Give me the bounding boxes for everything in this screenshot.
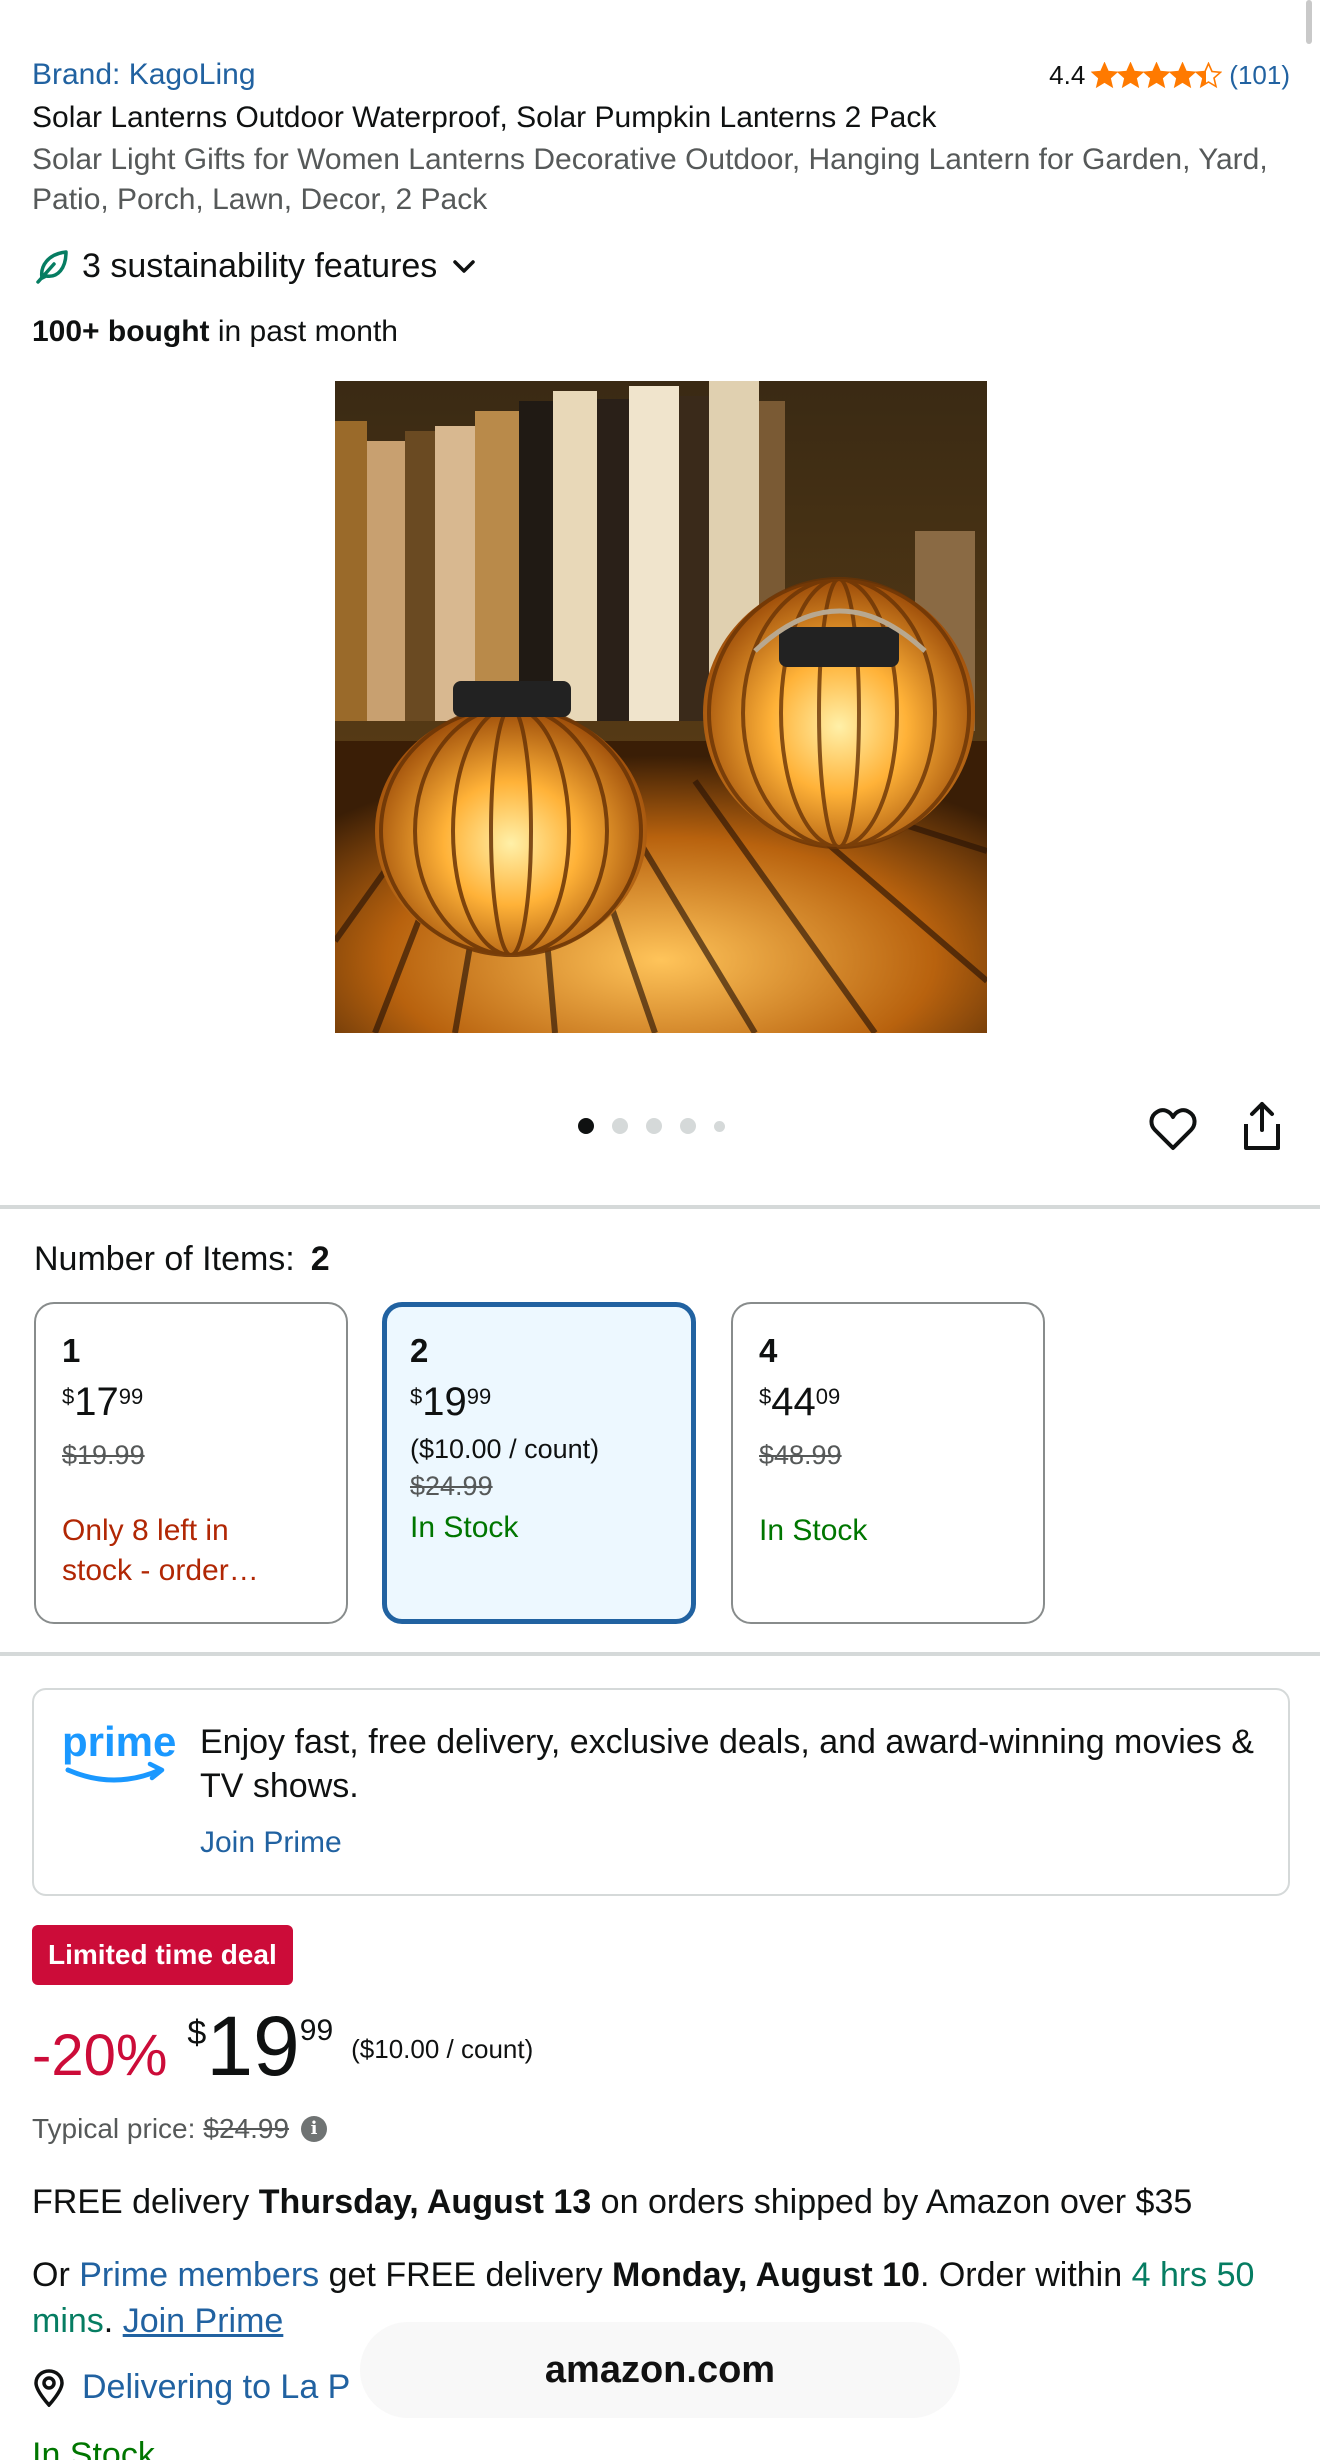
delivery-text: FREE delivery (32, 2183, 259, 2221)
variation-was-price: $48.99 (759, 1440, 842, 1470)
delivery-date: Thursday, August 13 (258, 2183, 592, 2221)
variation-was-price: $19.99 (62, 1440, 145, 1470)
bought-count: 100+ bought in past month (32, 315, 398, 349)
variation-stock-status: In Stock (410, 1511, 519, 1544)
bought-count-bold: 100+ bought (32, 315, 210, 348)
product-title: Solar Lanterns Outdoor Waterproof, Solar… (32, 101, 937, 134)
join-prime-inline-link[interactable]: Join Prime (123, 2302, 284, 2340)
variation-unit-price: ($10.00 / count) (410, 1434, 600, 1464)
carousel-dot[interactable] (612, 1118, 628, 1134)
number-of-items-selected: 2 (310, 1240, 330, 1278)
star-icon (1143, 61, 1171, 88)
prime-logo-text: prime (62, 1720, 176, 1765)
solar-pumpkin-lanterns-photo (335, 381, 987, 1033)
variation-qty: 1 (62, 1332, 81, 1369)
carousel-dot[interactable] (646, 1118, 662, 1134)
number-of-items-label: Number of Items: 2 (34, 1240, 330, 1279)
availability-status: In Stock (32, 2436, 155, 2460)
star-rating-icon (1091, 61, 1223, 89)
price-fraction: 09 (815, 1384, 841, 1409)
rating-score: 4.4 (1049, 59, 1086, 90)
prime-pitch-text: Enjoy fast, free delivery, exclusive dea… (200, 1723, 1254, 1805)
location-pin-icon (34, 2368, 64, 2407)
limited-time-deal-badge: Limited time deal (32, 1925, 293, 1985)
variation-option-2[interactable]: 2 $ 19 99 ($10.00 / count) $24.99 In Sto… (382, 1302, 696, 1624)
prime-members-link[interactable]: Prime members (79, 2256, 319, 2294)
discount-percent: -20% (32, 2023, 168, 2088)
star-icon (1169, 61, 1197, 88)
typical-price-label: Typical price: (32, 2113, 196, 2144)
delivery-text: Or (32, 2256, 80, 2294)
price-fraction: 99 (299, 2014, 334, 2047)
join-prime-link[interactable]: Join Prime (200, 1826, 342, 1860)
browser-url-bar[interactable]: amazon.com (360, 2322, 960, 2418)
variation-qty: 4 (759, 1332, 778, 1369)
delivery-location-link[interactable]: Delivering to La P (32, 2368, 350, 2407)
price-fraction: 99 (118, 1384, 144, 1409)
deal-price-row: -20% $ 19 99 ($10.00 / count) (32, 2004, 533, 2089)
variation-price: $ 44 09 (759, 1380, 1043, 1424)
variation-qty: 2 (410, 1332, 429, 1369)
product-subtitle: Solar Light Gifts for Women Lanterns Dec… (32, 143, 1268, 216)
rating-summary[interactable]: 4.4 (101) (1049, 60, 1290, 91)
review-count-link[interactable]: (101) (1229, 60, 1290, 91)
page-scrollbar[interactable] (1306, 0, 1312, 44)
info-icon[interactable]: i (301, 2116, 328, 2142)
chevron-down-icon (453, 260, 476, 273)
unit-price: ($10.00 / count) (351, 2034, 534, 2064)
bought-count-rest: in past month (209, 315, 398, 348)
free-delivery-message: FREE delivery Thursday, August 13 on ord… (32, 2180, 1302, 2224)
typical-price-value: $24.99 (203, 2113, 290, 2144)
delivery-text: on orders shipped by Amazon over $35 (591, 2183, 1193, 2221)
star-icon (1091, 61, 1119, 88)
heart-icon[interactable] (1148, 1104, 1198, 1154)
delivery-location-text: Delivering to La P (82, 2368, 351, 2406)
variation-stock-status: Only 8 left in stock - order… (62, 1514, 259, 1587)
brand-link[interactable]: Brand: KagoLing (32, 58, 256, 92)
section-divider (0, 1652, 1320, 1656)
price-symbol: $ (62, 1384, 75, 1409)
section-divider (0, 1205, 1320, 1209)
variation-stock-status: In Stock (759, 1514, 868, 1547)
delivery-text: . Order within (919, 2256, 1132, 2294)
image-carousel-dots[interactable] (578, 1118, 743, 1134)
price-symbol: $ (759, 1384, 772, 1409)
delivery-text: get FREE delivery (319, 2256, 613, 2294)
price-whole: 19 (206, 1999, 300, 2093)
variation-option-1[interactable]: 1 $ 17 99 $19.99 Only 8 left in stock - … (34, 1302, 348, 1624)
prime-logo-icon: prime (62, 1720, 176, 1783)
product-header: Brand: KagoLing 4.4 (101) (32, 58, 1290, 92)
price-whole: 19 (422, 1380, 467, 1424)
variation-option-4[interactable]: 4 $ 44 09 $48.99 In Stock (731, 1302, 1045, 1624)
price-symbol: $ (187, 2014, 207, 2052)
delivery-text: . (103, 2302, 123, 2340)
sustainability-features-toggle[interactable]: 3 sustainability features (32, 246, 479, 286)
price-fraction: 99 (466, 1384, 492, 1409)
prime-delivery-date: Monday, August 10 (612, 2256, 920, 2294)
number-of-items-text: Number of Items: (34, 1240, 295, 1278)
variation-price: $ 17 99 (62, 1380, 346, 1424)
sustainability-label: 3 sustainability features (82, 246, 438, 285)
prime-upsell-card: prime Enjoy fast, free delivery, exclusi… (32, 1688, 1290, 1896)
product-image[interactable] (335, 381, 987, 1033)
carousel-dot[interactable] (680, 1118, 696, 1134)
variation-was-price: $24.99 (410, 1471, 493, 1501)
price-symbol: $ (410, 1384, 423, 1409)
share-icon[interactable] (1240, 1100, 1284, 1152)
carousel-dot[interactable] (578, 1118, 594, 1134)
typical-price: Typical price: $24.99 i (32, 2113, 328, 2145)
leaf-icon (36, 250, 68, 284)
star-icon (1195, 61, 1223, 88)
price-whole: 44 (771, 1380, 816, 1424)
price-whole: 17 (74, 1380, 119, 1424)
star-icon (1117, 61, 1145, 88)
carousel-dot[interactable] (714, 1120, 725, 1132)
variation-price: $ 19 99 (410, 1380, 691, 1424)
